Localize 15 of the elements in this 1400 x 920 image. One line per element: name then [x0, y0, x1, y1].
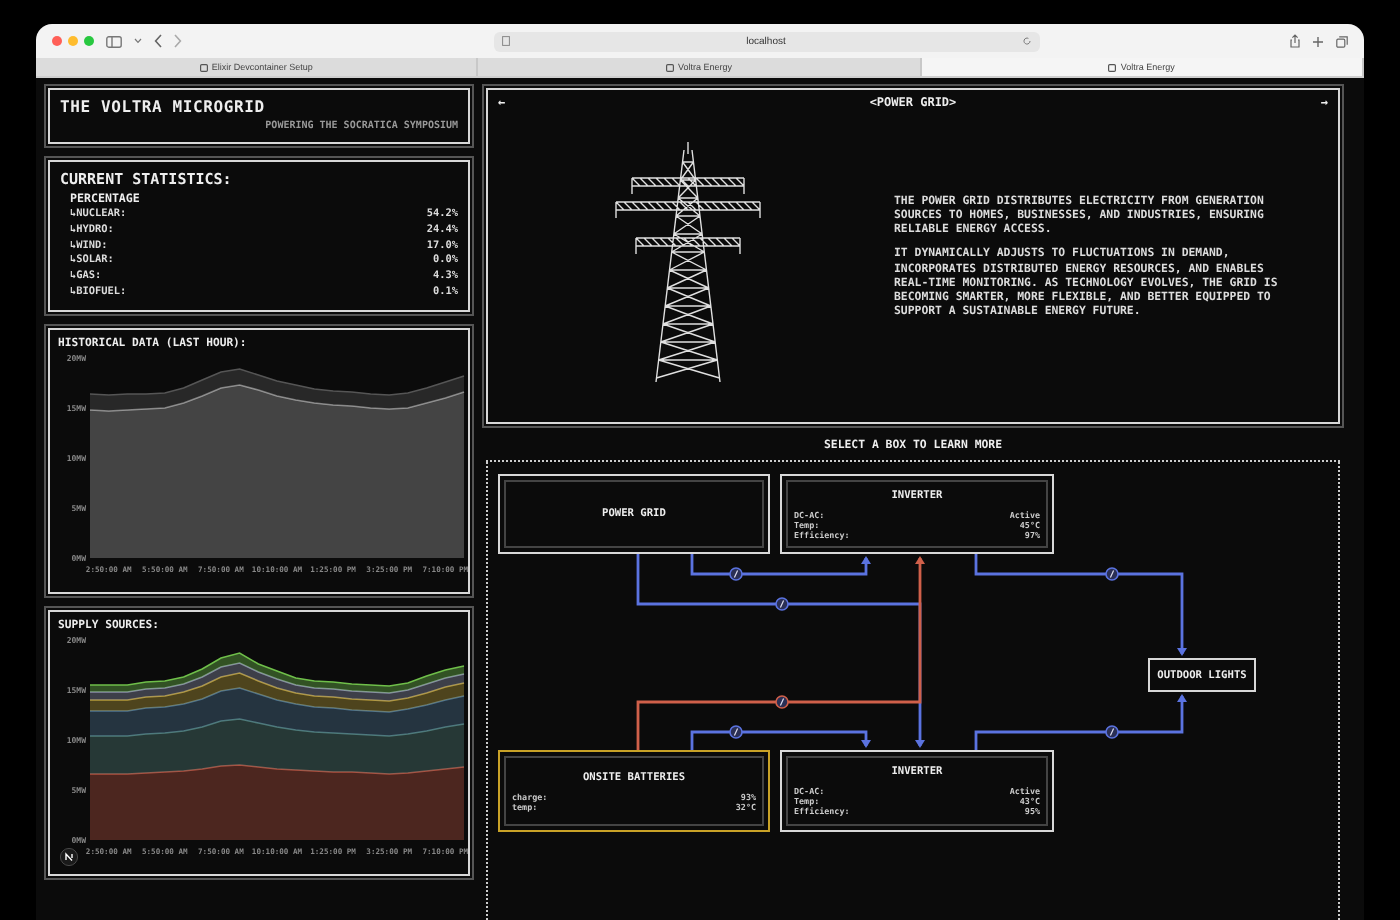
- back-icon[interactable]: [154, 34, 162, 48]
- forward-icon[interactable]: [174, 34, 182, 48]
- favicon-icon: [665, 63, 674, 71]
- app-title: THE VOLTRA MICROGRID: [60, 98, 267, 116]
- page-icon: [502, 36, 510, 46]
- sidebar-icon[interactable]: [106, 35, 122, 47]
- favicon-icon: [1108, 63, 1117, 71]
- close-icon[interactable]: [52, 36, 62, 46]
- new-tab-icon[interactable]: [1312, 35, 1324, 47]
- reload-icon[interactable]: [1022, 36, 1032, 46]
- favicon-icon: [199, 63, 208, 71]
- chevron-down-icon[interactable]: [134, 38, 142, 44]
- share-icon[interactable]: [1290, 34, 1300, 48]
- n-logo-icon[interactable]: [60, 847, 78, 866]
- tab-overview-icon[interactable]: [1336, 35, 1348, 47]
